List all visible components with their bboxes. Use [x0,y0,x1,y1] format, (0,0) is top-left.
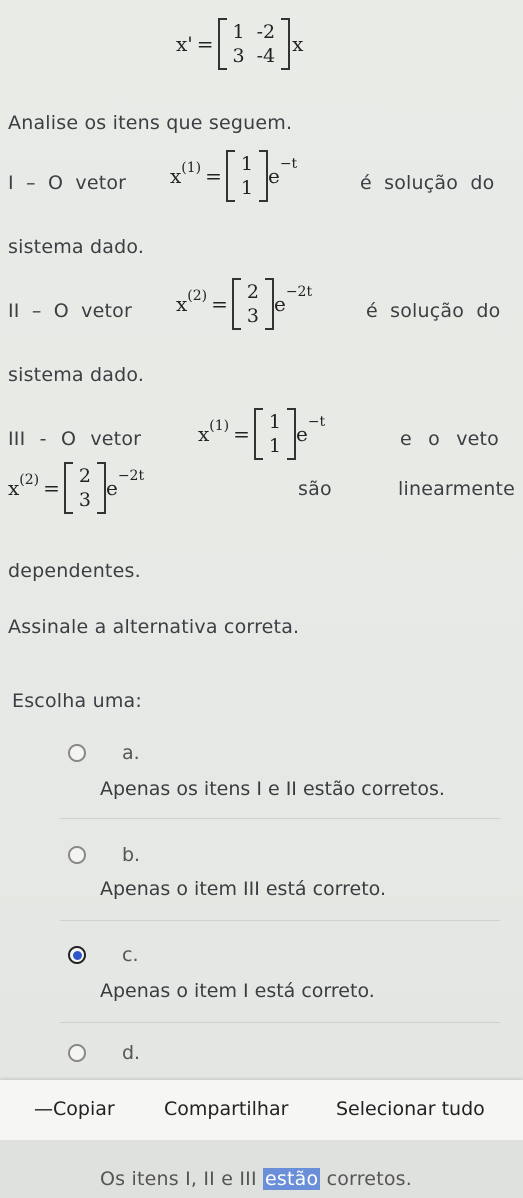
option-d[interactable]: d. [60,1042,510,1074]
select-all-button[interactable]: Selecionar tudo [336,1098,485,1120]
item2-line2: sistema dado. [8,364,145,386]
item1-prefix: I – O vetor [8,172,127,194]
divider [60,1022,500,1023]
equation-rhs: x [292,32,304,56]
vector-entry: 3 [78,489,91,511]
vector-entry: 1 [240,177,253,199]
vector-entry: 1 [268,411,281,433]
vector-entry: 2 [78,465,91,487]
item3-exp: −t [307,414,326,430]
item3-eq2: = [43,476,60,500]
divider [60,920,500,921]
item1-symbol: x [170,164,182,188]
choose-label: Escolha uma: [12,690,142,712]
item3-eq: = [233,422,250,446]
item3-vector1: x (1) = 1 1 e −t [198,408,325,460]
matrix-cell: -2 [256,21,276,43]
option-text: Apenas os itens I e II estão corretos. [100,778,445,800]
intro-text: Analise os itens que seguem. [8,112,293,134]
matrix-cell: -4 [256,45,276,67]
item3-right: linearmente [398,478,515,500]
item1-line2: sistema dado. [8,236,145,258]
radio-d[interactable] [68,1044,86,1062]
option-c[interactable]: c. Apenas o item I está correto. [60,944,510,1004]
item3-symbol: x [198,422,210,446]
item1-exp-base: e [267,164,280,188]
option-letter: c. [122,944,139,966]
selected-word[interactable]: estão [263,1168,321,1190]
item3-sup2: (2) [19,472,40,488]
item1-sup: (1) [181,160,202,176]
equation-equals: = [196,32,214,56]
option-letter: a. [122,742,140,764]
item1-exp: −t [279,156,298,172]
item3-vector2: x (2) = 2 3 e −2t [8,462,144,514]
item3-sup: (1) [209,418,230,434]
item2-eq: = [211,292,228,316]
item2-sup: (2) [187,288,208,304]
item3-line3: dependentes. [8,560,141,582]
partial-option-text: Os itens I, II e III estão corretos. [100,1168,412,1190]
equation-lhs: x' [176,32,193,56]
coefficient-matrix: 1 -2 3 -4 [217,18,291,70]
instruction-text: Assinale a alternativa correta. [8,616,300,638]
item2-exp: −2t [285,284,313,300]
item3-exp-base: e [295,422,308,446]
item3-mid: são [298,478,332,500]
option-a[interactable]: a. Apenas os itens I e II estão corretos… [60,742,510,802]
share-button[interactable]: Compartilhar [164,1098,288,1120]
option-b[interactable]: b. Apenas o item III está correto. [60,844,510,904]
partial-before: Os itens I, II e III [100,1168,264,1190]
vector-entry: 1 [268,435,281,457]
copy-label: Copiar [53,1098,115,1120]
divider [60,818,500,819]
option-letter: b. [122,844,141,866]
item1-eq: = [205,164,222,188]
bottom-text-area: Os itens I, II e III estão corretos. [0,1140,523,1198]
radio-a[interactable] [68,744,86,762]
option-letter: d. [122,1042,141,1064]
radio-c-selected[interactable] [68,946,86,964]
radio-b[interactable] [68,846,86,864]
matrix-cell: 3 [232,45,245,67]
dash-icon: — [34,1098,53,1120]
vector-entry: 3 [246,305,259,327]
item1-suffix: é solução do [360,172,495,194]
matrix-cell: 1 [232,21,245,43]
partial-after: corretos. [320,1168,413,1190]
text-selection-menu: —Copiar Compartilhar Selecionar tudo [0,1080,523,1140]
item3-prefix: III - O vetor [8,428,142,450]
system-equation: x' = 1 -2 3 -4 x [176,18,303,70]
item2-suffix: é solução do [366,300,501,322]
item2-symbol: x [176,292,188,316]
item3-suffix: e o veto [400,428,500,450]
item2-vector: x (2) = 2 3 e −2t [176,278,312,330]
option-text: Apenas o item I está correto. [100,980,375,1002]
item1-vector: x (1) = 1 1 e −t [170,150,297,202]
item2-prefix: II – O vetor [8,300,133,322]
item3-exp-base2: e [105,476,118,500]
option-text: Apenas o item III está correto. [100,878,386,900]
item3-symbol2: x [8,476,20,500]
vector-entry: 2 [246,281,259,303]
vector-entry: 1 [240,153,253,175]
copy-button[interactable]: —Copiar [34,1098,115,1120]
item2-exp-base: e [273,292,286,316]
item3-exp2: −2t [117,468,145,484]
